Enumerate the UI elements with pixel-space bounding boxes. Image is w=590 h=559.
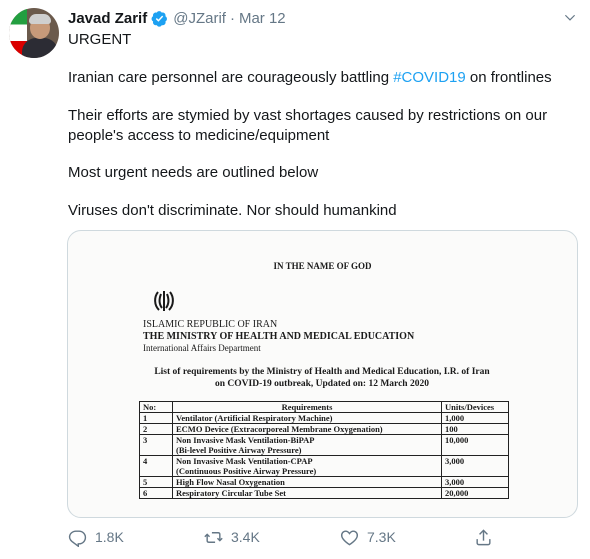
requirements-table: No: Requirements Units/Devices 1 Ventila… (139, 401, 509, 499)
like-count: 7.3K (367, 529, 396, 545)
avatar[interactable] (9, 8, 59, 58)
table-row: 6 Respiratory Circular Tube Set 20,000 (139, 487, 509, 499)
tweet-headline: URGENT (68, 31, 132, 48)
author-name[interactable]: Javad Zarif (68, 10, 147, 27)
table-row: 4 Non Invasive Mask Ventilation-CPAP (Con… (139, 455, 509, 477)
retweet-count: 3.4K (231, 529, 260, 545)
caret-down-icon[interactable] (561, 9, 579, 27)
column-header: No: (139, 401, 173, 413)
document-department: International Affairs Department (143, 343, 261, 353)
hashtag-link[interactable]: #COVID19 (393, 69, 466, 86)
author-handle[interactable]: @JZarif (173, 10, 226, 27)
avatar-figure (22, 38, 58, 58)
reply-icon (68, 529, 87, 547)
reply-count: 1.8K (95, 529, 124, 545)
attached-document-image[interactable]: IN THE NAME OF GOD ISLAMIC REPUBLIC OF I… (67, 230, 578, 518)
document-ministry: THE MINISTRY OF HEALTH AND MEDICAL EDUCA… (143, 331, 415, 342)
tweet-header: Javad Zarif @JZarif · Mar 12 (68, 8, 286, 28)
document-republic: ISLAMIC REPUBLIC OF IRAN (143, 319, 278, 330)
tweet-paragraph-4: Viruses don't discriminate. Nor should h… (68, 202, 397, 219)
table-row: 3 Non Invasive Mask Ventilation-BiPAP (Bi… (139, 434, 509, 456)
table-header-row: No: Requirements Units/Devices (139, 401, 509, 413)
table-row: 5 High Flow Nasal Oxygenation 3,000 (139, 476, 509, 488)
like-button[interactable]: 7.3K (340, 524, 396, 550)
document-list-title: List of requirements by the Ministry of … (154, 367, 490, 389)
document: IN THE NAME OF GOD ISLAMIC REPUBLIC OF I… (68, 231, 577, 517)
verified-badge-icon (151, 10, 168, 27)
tweet-actions: 1.8K 3.4K 7.3K (0, 524, 590, 550)
tweet-paragraph-1: Iranian care personnel are courageously … (68, 69, 552, 86)
column-header: Units/Devices (441, 401, 509, 413)
share-button[interactable] (474, 524, 501, 550)
table-row: 2 ECMO Device (Extracorporeal Membrane O… (139, 423, 509, 435)
like-icon (340, 529, 359, 545)
column-header: Requirements (172, 401, 442, 413)
table-row: 1 Ventilator (Artificial Respiratory Mac… (139, 412, 509, 424)
share-icon (476, 528, 491, 545)
tweet[interactable]: Javad Zarif @JZarif · Mar 12 URGENT Iran… (0, 0, 590, 559)
retweet-icon (204, 531, 223, 543)
tweet-date[interactable]: Mar 12 (239, 10, 286, 27)
tweet-paragraph-3: Most urgent needs are outlined below (68, 164, 319, 181)
tweet-paragraph-2: Their efforts are stymied by vast shorta… (68, 107, 548, 144)
iran-emblem-icon (154, 291, 174, 311)
separator-dot: · (229, 9, 235, 27)
retweet-button[interactable]: 3.4K (204, 524, 260, 550)
reply-button[interactable]: 1.8K (68, 524, 124, 550)
document-heading: IN THE NAME OF GOD (273, 261, 372, 271)
